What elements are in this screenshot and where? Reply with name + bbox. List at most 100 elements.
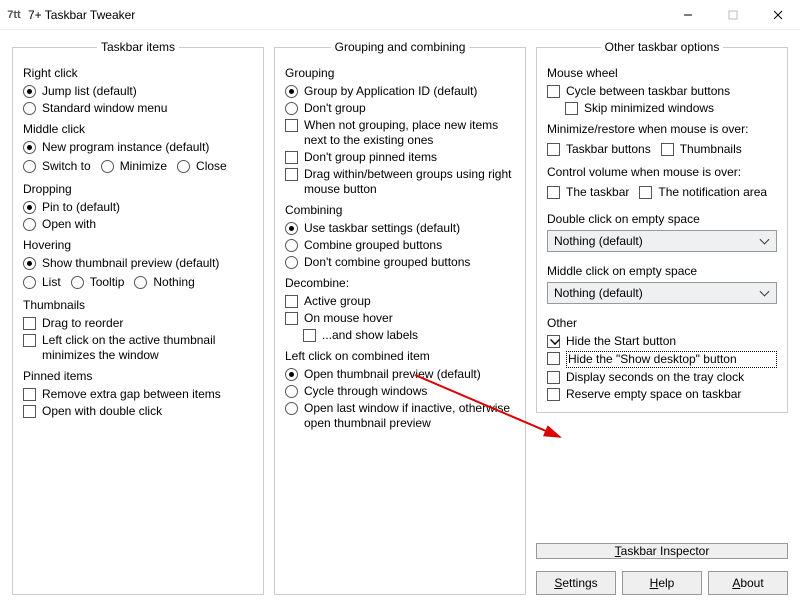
combo-midclick-empty[interactable]: Nothing (default): [547, 282, 777, 304]
header-grouping: Grouping: [285, 66, 515, 80]
header-decombine: Decombine:: [285, 276, 515, 290]
radio-icon: [285, 256, 298, 269]
radio-open-with[interactable]: Open with: [23, 217, 253, 232]
header-combining: Combining: [285, 203, 515, 217]
radio-jump-list[interactable]: Jump list (default): [23, 84, 253, 99]
check-min-taskbar[interactable]: Taskbar buttons: [547, 142, 651, 157]
radio-switch-to[interactable]: Switch to: [23, 159, 91, 174]
radio-dont-group[interactable]: Don't group: [285, 101, 515, 116]
close-button[interactable]: [755, 0, 800, 30]
check-dont-group-pinned[interactable]: Don't group pinned items: [285, 150, 515, 165]
radio-open-preview[interactable]: Open thumbnail preview (default): [285, 367, 515, 382]
radio-icon: [23, 85, 36, 98]
checkbox-icon: [547, 388, 560, 401]
checkbox-icon: [303, 329, 316, 342]
checkbox-icon: [547, 371, 560, 384]
check-open-dblclick[interactable]: Open with double click: [23, 404, 253, 419]
radio-thumb-preview[interactable]: Show thumbnail preview (default): [23, 256, 253, 271]
radio-icon: [134, 276, 147, 289]
header-volume: Control volume when mouse is over:: [547, 165, 777, 179]
panel-title-group: Grouping and combining: [331, 40, 470, 54]
about-button[interactable]: About: [708, 571, 788, 595]
radio-group-appid[interactable]: Group by Application ID (default): [285, 84, 515, 99]
check-skip-minimized[interactable]: Skip minimized windows: [565, 101, 777, 116]
minimize-button[interactable]: [665, 0, 710, 30]
radio-icon: [23, 141, 36, 154]
check-min-thumbs[interactable]: Thumbnails: [661, 142, 742, 157]
header-pinned: Pinned items: [23, 369, 253, 383]
radio-minimize[interactable]: Minimize: [101, 159, 167, 174]
check-display-seconds[interactable]: Display seconds on the tray clock: [547, 370, 777, 385]
check-leftclick-min[interactable]: Left click on the active thumbnail minim…: [23, 333, 253, 363]
app-icon: 7tt: [6, 7, 22, 23]
radio-icon: [23, 201, 36, 214]
radio-icon: [101, 160, 114, 173]
checkbox-icon: [639, 186, 652, 199]
checkbox-icon: [285, 312, 298, 325]
radio-use-settings[interactable]: Use taskbar settings (default): [285, 221, 515, 236]
radio-icon: [177, 160, 190, 173]
radio-icon: [285, 368, 298, 381]
radio-icon: [285, 102, 298, 115]
titlebar: 7tt 7+ Taskbar Tweaker: [0, 0, 800, 30]
header-right-click: Right click: [23, 66, 253, 80]
combo-dblclick-empty[interactable]: Nothing (default): [547, 230, 777, 252]
panel-other: Other taskbar options Mouse wheel Cycle …: [536, 40, 788, 413]
check-vol-taskbar[interactable]: The taskbar: [547, 185, 629, 200]
check-vol-notif[interactable]: The notification area: [639, 185, 767, 200]
radio-dont-combine[interactable]: Don't combine grouped buttons: [285, 255, 515, 270]
check-active-group[interactable]: Active group: [285, 294, 515, 309]
header-midclick-empty: Middle click on empty space: [547, 264, 777, 278]
radio-nothing[interactable]: Nothing: [134, 275, 194, 290]
settings-button[interactable]: Settings: [536, 571, 616, 595]
header-middle-click: Middle click: [23, 122, 253, 136]
header-thumbnails: Thumbnails: [23, 298, 253, 312]
checkbox-icon: [547, 85, 560, 98]
checkbox-icon: [23, 405, 36, 418]
window-title: 7+ Taskbar Tweaker: [28, 8, 665, 22]
header-hovering: Hovering: [23, 238, 253, 252]
checkbox-icon: [565, 102, 578, 115]
radio-tooltip[interactable]: Tooltip: [71, 275, 125, 290]
radio-standard-menu[interactable]: Standard window menu: [23, 101, 253, 116]
check-show-labels[interactable]: ...and show labels: [303, 328, 515, 343]
radio-pin-to[interactable]: Pin to (default): [23, 200, 253, 215]
radio-icon: [23, 276, 36, 289]
radio-list[interactable]: List: [23, 275, 61, 290]
radio-icon: [23, 102, 36, 115]
radio-cycle-windows[interactable]: Cycle through windows: [285, 384, 515, 399]
check-on-hover[interactable]: On mouse hover: [285, 311, 515, 326]
panel-taskbar-items: Taskbar items Right click Jump list (def…: [12, 40, 264, 595]
radio-icon: [71, 276, 84, 289]
checkbox-icon: [23, 334, 36, 347]
radio-open-last[interactable]: Open last window if inactive, otherwise …: [285, 401, 515, 431]
check-drag-groups[interactable]: Drag within/between groups using right m…: [285, 167, 515, 197]
radio-close[interactable]: Close: [177, 159, 227, 174]
help-button[interactable]: Help: [622, 571, 702, 595]
checkbox-icon: [547, 352, 560, 365]
check-cycle-buttons[interactable]: Cycle between taskbar buttons: [547, 84, 777, 99]
maximize-button[interactable]: [710, 0, 755, 30]
radio-icon: [285, 222, 298, 235]
taskbar-inspector-button[interactable]: Taskbar Inspector: [536, 543, 788, 559]
check-reserve-space[interactable]: Reserve empty space on taskbar: [547, 387, 777, 402]
check-drag-reorder[interactable]: Drag to reorder: [23, 316, 253, 331]
radio-icon: [285, 85, 298, 98]
check-place-next[interactable]: When not grouping, place new items next …: [285, 118, 515, 148]
header-dropping: Dropping: [23, 182, 253, 196]
check-hide-start[interactable]: Hide the Start button: [547, 334, 777, 349]
radio-icon: [23, 160, 36, 173]
panel-title-items: Taskbar items: [97, 40, 179, 54]
radio-icon: [23, 257, 36, 270]
header-min-restore: Minimize/restore when mouse is over:: [547, 122, 777, 136]
check-remove-gap[interactable]: Remove extra gap between items: [23, 387, 253, 402]
radio-icon: [285, 239, 298, 252]
radio-new-instance[interactable]: New program instance (default): [23, 140, 253, 155]
header-other: Other: [547, 316, 777, 330]
checkbox-icon: [547, 335, 560, 348]
check-hide-show-desktop[interactable]: Hide the "Show desktop" button: [547, 351, 777, 368]
radio-icon: [285, 402, 298, 415]
radio-combine-grouped[interactable]: Combine grouped buttons: [285, 238, 515, 253]
checkbox-icon: [547, 186, 560, 199]
checkbox-icon: [661, 143, 674, 156]
